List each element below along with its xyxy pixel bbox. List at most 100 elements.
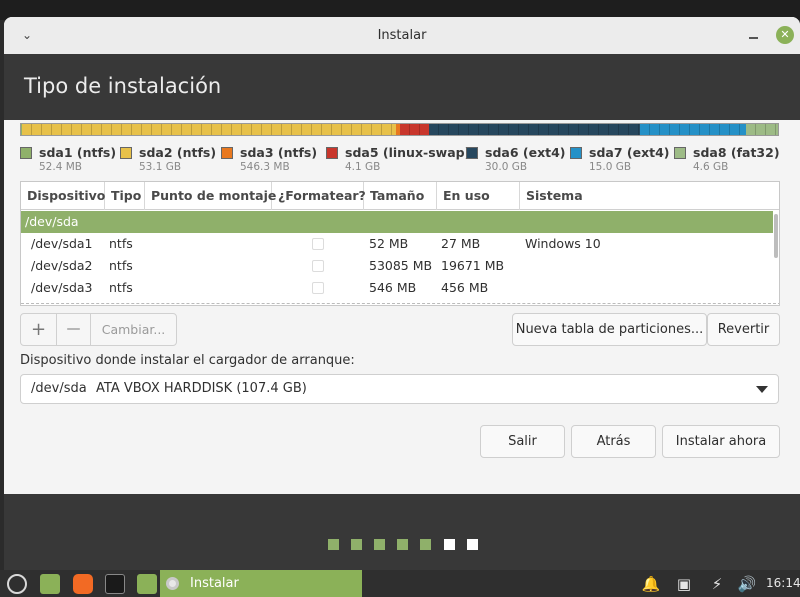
cell-system: Windows 10	[525, 236, 601, 251]
group-device: /dev/sda	[25, 214, 79, 229]
column-header[interactable]: Sistema	[520, 182, 779, 210]
bootloader-label: Dispositivo donde instalar el cargador d…	[20, 353, 355, 368]
show-desktop-icon[interactable]	[40, 574, 60, 594]
close-icon[interactable]: ✕	[776, 26, 794, 44]
legend-name: sda8 (fat32)	[693, 145, 780, 160]
installer-disc-icon	[166, 577, 179, 590]
progress-step-dot	[351, 539, 362, 550]
progress-step-dot	[397, 539, 408, 550]
legend-swatch	[20, 147, 32, 159]
cell-used: 19671 MB	[441, 258, 505, 273]
legend-swatch	[221, 147, 233, 159]
table-bottom-edge	[21, 303, 779, 305]
cell-device: /dev/sda1	[31, 236, 93, 251]
legend-swatch	[466, 147, 478, 159]
column-header[interactable]: En uso	[437, 182, 520, 210]
window-titlebar[interactable]: ⌄ Instalar ✕	[4, 17, 800, 54]
files-icon[interactable]	[137, 574, 157, 594]
volume-icon[interactable]: 🔊	[737, 574, 757, 594]
clock[interactable]: 16:14	[766, 570, 800, 597]
format-checkbox[interactable]	[312, 260, 324, 272]
taskbar: Instalar 🔔 ▣ ⚡ 🔊 16:14	[0, 570, 800, 597]
cell-size: 52 MB	[369, 236, 409, 251]
bootloader-device-select[interactable]: /dev/sda ATA VBOX HARDDISK (107.4 GB)	[20, 374, 779, 404]
legend-size: 52.4 MB	[39, 161, 82, 173]
bootloader-device-description: ATA VBOX HARDDISK (107.4 GB)	[96, 381, 307, 396]
column-header[interactable]: ¿Formatear?	[272, 182, 366, 210]
storage-device-icon[interactable]: ▣	[674, 574, 694, 594]
legend-size: 30.0 GB	[485, 161, 528, 173]
column-header[interactable]: Tamaño	[364, 182, 437, 210]
table-scrollbar[interactable]	[774, 214, 778, 258]
firefox-icon[interactable]	[73, 574, 93, 594]
format-checkbox[interactable]	[312, 282, 324, 294]
notifications-bell-icon[interactable]: 🔔	[641, 574, 661, 594]
terminal-icon[interactable]	[105, 574, 125, 594]
table-row[interactable]: /dev/sda2 ntfs 53085 MB 19671 MB	[21, 255, 773, 277]
legend-swatch	[570, 147, 582, 159]
minimize-icon[interactable]	[747, 27, 761, 41]
legend-name: sda1 (ntfs)	[39, 145, 117, 160]
mint-menu-icon[interactable]	[7, 574, 27, 594]
partition-toolbar: + — Cambiar...	[20, 313, 177, 346]
legend-name: sda3 (ntfs)	[240, 145, 318, 160]
column-header[interactable]: Dispositivo	[21, 182, 105, 210]
legend-swatch	[120, 147, 132, 159]
dropdown-arrow-icon	[756, 386, 768, 393]
power-manager-icon[interactable]: ⚡	[707, 574, 727, 594]
cell-type: ntfs	[109, 258, 133, 273]
legend-name: sda2 (ntfs)	[139, 145, 217, 160]
cell-size: 53085 MB	[369, 258, 433, 273]
change-partition-button[interactable]: Cambiar...	[91, 314, 176, 345]
legend-size: 15.0 GB	[589, 161, 632, 173]
column-header[interactable]: Tipo	[105, 182, 145, 210]
quit-button[interactable]: Salir	[480, 425, 565, 458]
progress-step-dot	[374, 539, 385, 550]
table-row-group[interactable]: /dev/sda	[21, 211, 773, 233]
table-row[interactable]: /dev/sda3 ntfs 546 MB 456 MB	[21, 277, 773, 299]
legend-size: 4.6 GB	[693, 161, 729, 173]
progress-step-dot	[467, 539, 478, 550]
page-header: Tipo de instalación	[4, 54, 800, 120]
cell-used: 27 MB	[441, 236, 481, 251]
partbar-segment-sda6	[428, 124, 641, 135]
progress-step-dot	[444, 539, 455, 550]
window-title: Instalar	[377, 28, 427, 43]
taskbar-window-instalar[interactable]: Instalar	[160, 570, 362, 597]
legend-swatch	[674, 147, 686, 159]
partbar-segment-sda2	[22, 124, 397, 135]
legend-swatch	[326, 147, 338, 159]
cell-size: 546 MB	[369, 280, 417, 295]
format-checkbox[interactable]	[312, 238, 324, 250]
revert-button[interactable]: Revertir	[707, 313, 780, 346]
partbar-segment-sda5	[400, 124, 429, 135]
new-partition-table-button[interactable]: Nueva tabla de particiones...	[512, 313, 707, 346]
table-row[interactable]: /dev/sda1 ntfs 52 MB 27 MB Windows 10	[21, 233, 773, 255]
partition-table[interactable]: Dispositivo Tipo Punto de montaje ¿Forma…	[20, 181, 780, 306]
column-header[interactable]: Punto de montaje	[145, 182, 276, 210]
task-label: Instalar	[190, 576, 239, 591]
legend-name: sda6 (ext4)	[485, 145, 566, 160]
cell-device: /dev/sda3	[31, 280, 93, 295]
legend-name: sda5 (linux-swap)	[345, 145, 471, 160]
remove-partition-button[interactable]: —	[57, 314, 91, 345]
cell-type: ntfs	[109, 236, 133, 251]
legend-size: 546.3 MB	[240, 161, 290, 173]
cell-device: /dev/sda2	[31, 258, 93, 273]
add-partition-button[interactable]: +	[21, 314, 57, 345]
legend-size: 53.1 GB	[139, 161, 182, 173]
cell-used: 456 MB	[441, 280, 489, 295]
install-now-button[interactable]: Instalar ahora	[662, 425, 780, 458]
partition-bar	[20, 123, 779, 136]
bootloader-device: /dev/sda	[31, 381, 87, 396]
window-menu-chevron-icon[interactable]: ⌄	[20, 28, 34, 42]
legend-size: 4.1 GB	[345, 161, 381, 173]
page-title: Tipo de instalación	[24, 74, 222, 98]
partbar-segment-sda8	[746, 124, 778, 135]
back-button[interactable]: Atrás	[571, 425, 656, 458]
progress-step-dot	[328, 539, 339, 550]
partbar-segment-sda7	[640, 124, 747, 135]
installer-footer	[4, 494, 800, 570]
table-header: Dispositivo Tipo Punto de montaje ¿Forma…	[21, 182, 779, 210]
cell-type: ntfs	[109, 280, 133, 295]
